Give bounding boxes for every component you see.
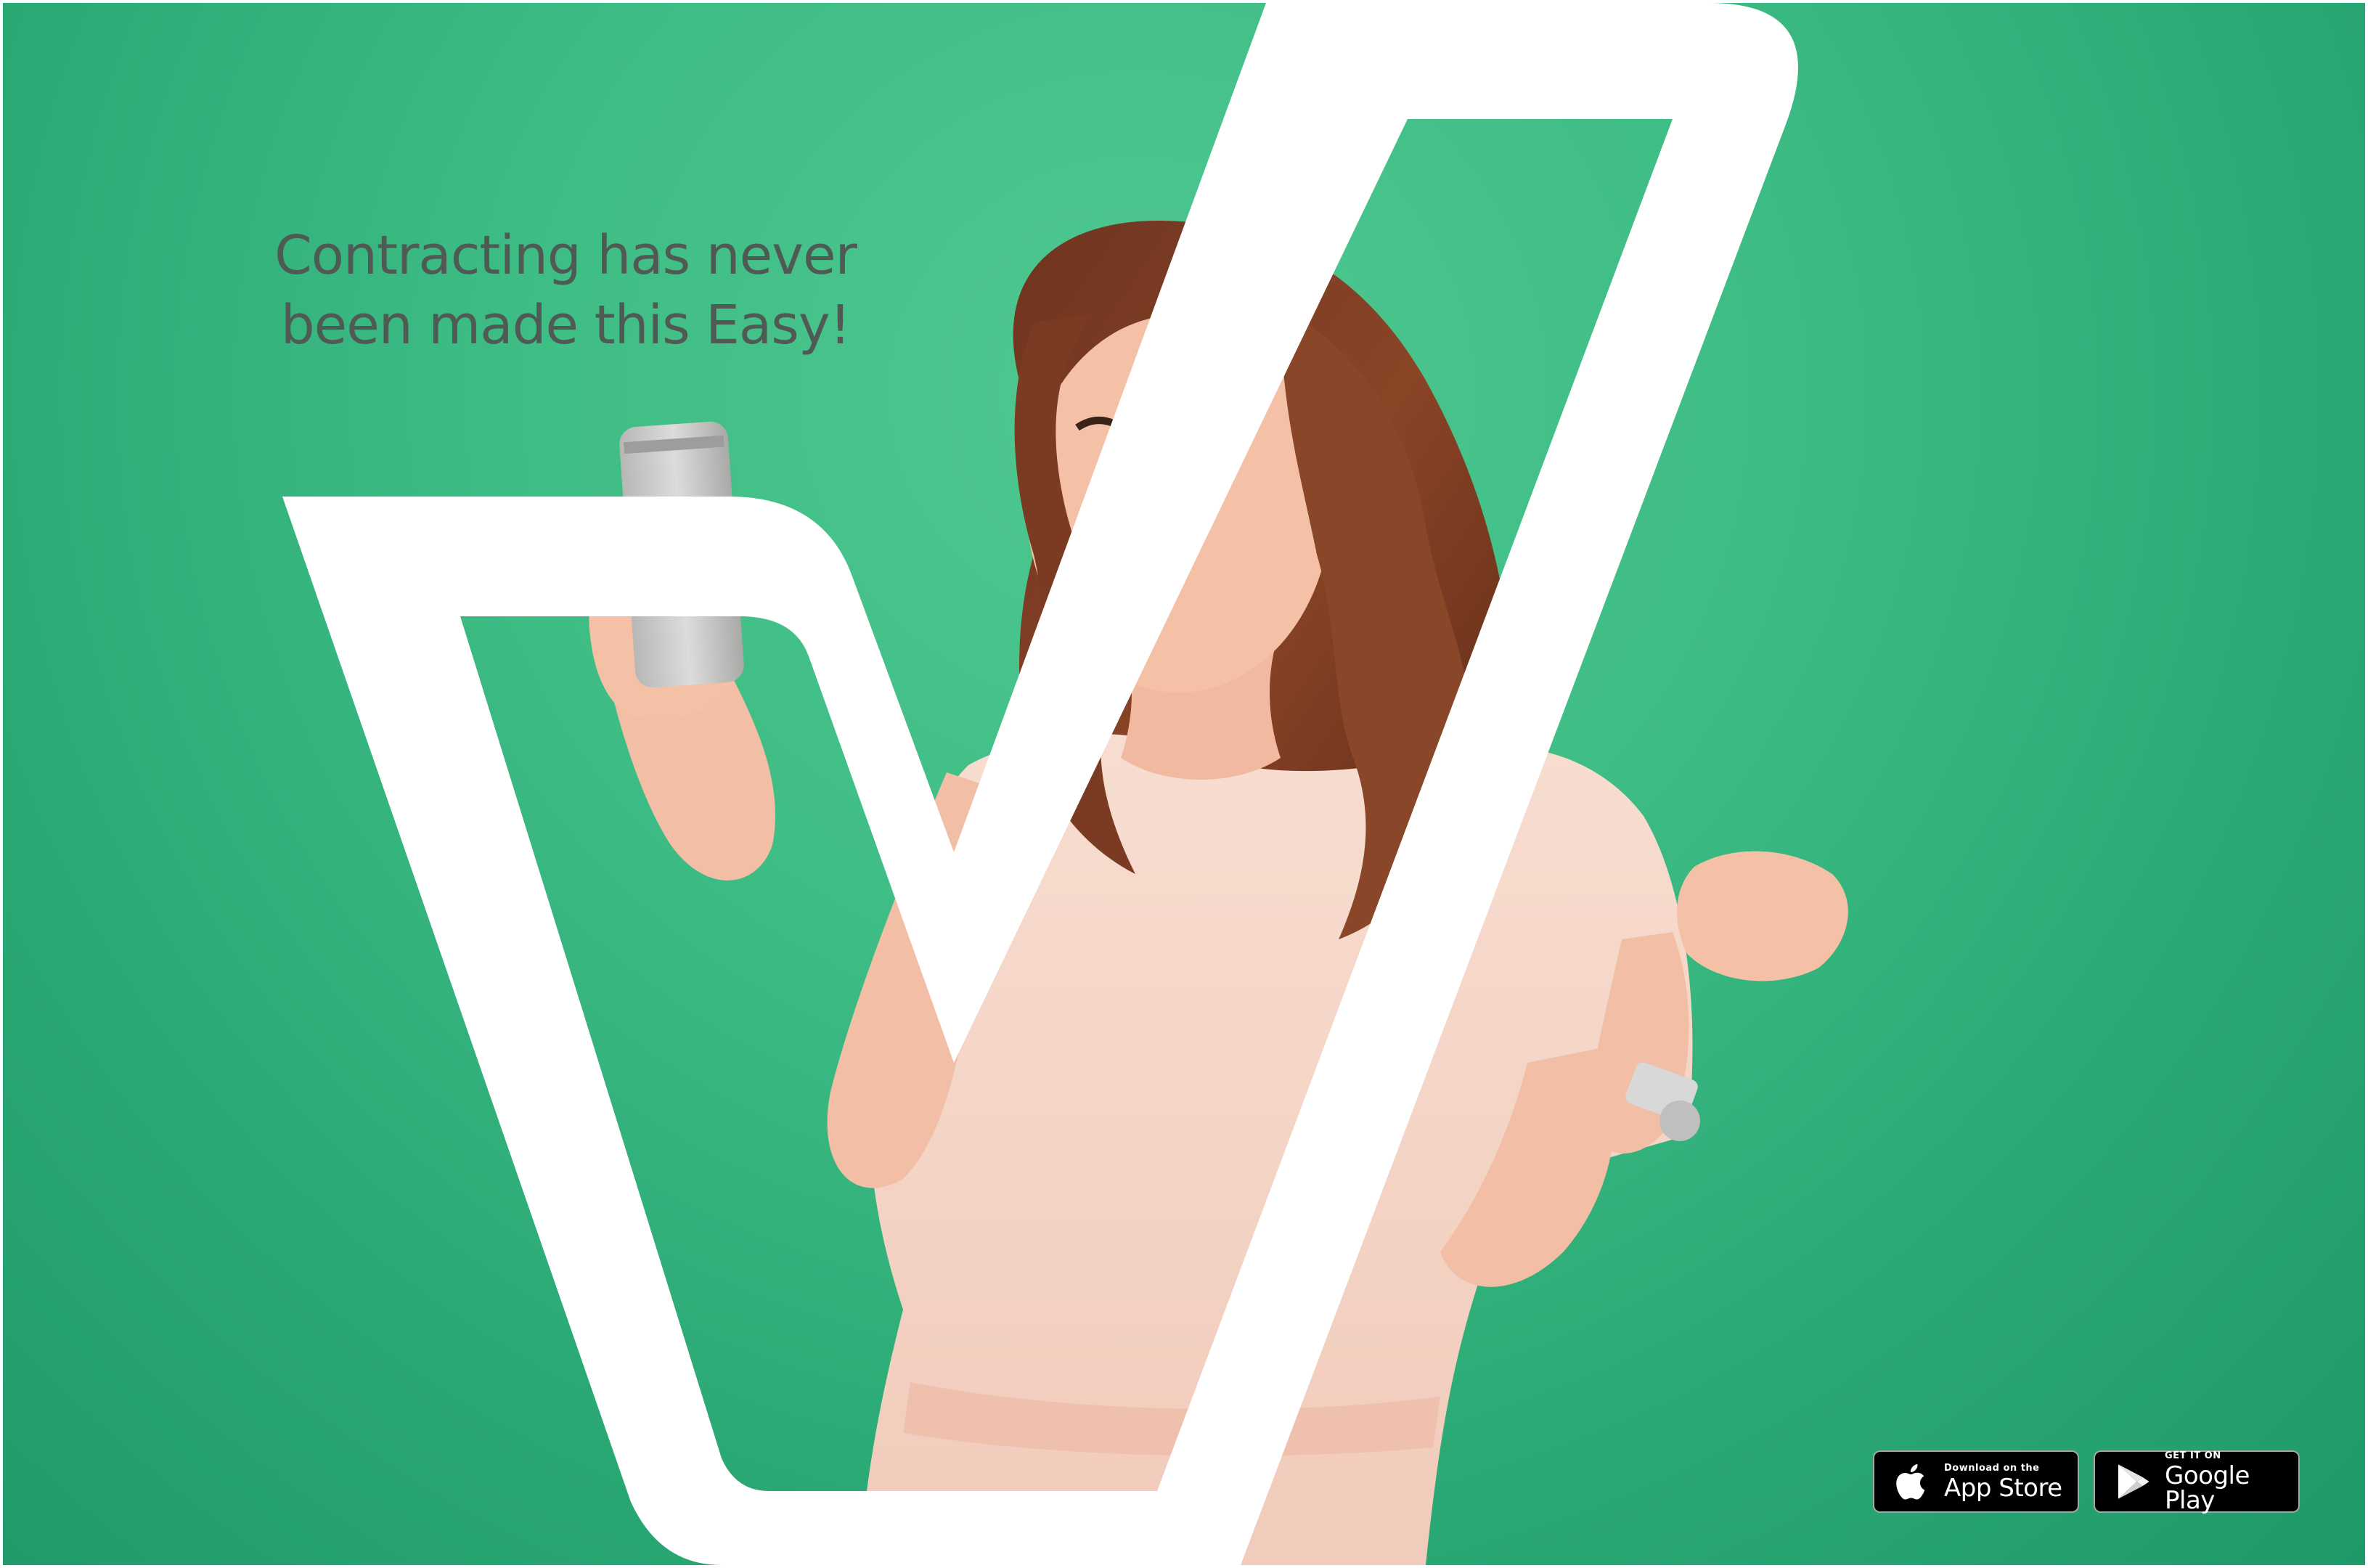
app-store-big-label: App Store xyxy=(1944,1473,2062,1503)
app-store-small-label: Download on the xyxy=(1944,1462,2040,1474)
headline-line-2: been made this Easy! xyxy=(280,294,852,356)
page: Contracting has never been made this Eas… xyxy=(0,0,2368,1568)
google-play-button[interactable]: GET IT ON Google Play xyxy=(2094,1450,2300,1513)
app-store-button[interactable]: Download on the App Store xyxy=(1873,1450,2079,1513)
google-play-big-label: Google Play xyxy=(2165,1461,2250,1515)
google-play-icon xyxy=(2118,1464,2149,1499)
headline: Contracting has never been made this Eas… xyxy=(221,221,910,360)
watch-face xyxy=(1659,1101,1700,1141)
fist xyxy=(1677,851,1848,981)
promo-banner: Contracting has never been made this Eas… xyxy=(3,3,2365,1565)
apple-icon xyxy=(1896,1464,1925,1500)
google-play-small-label: GET IT ON xyxy=(2165,1450,2221,1461)
headline-line-1: Contracting has never xyxy=(274,224,857,287)
